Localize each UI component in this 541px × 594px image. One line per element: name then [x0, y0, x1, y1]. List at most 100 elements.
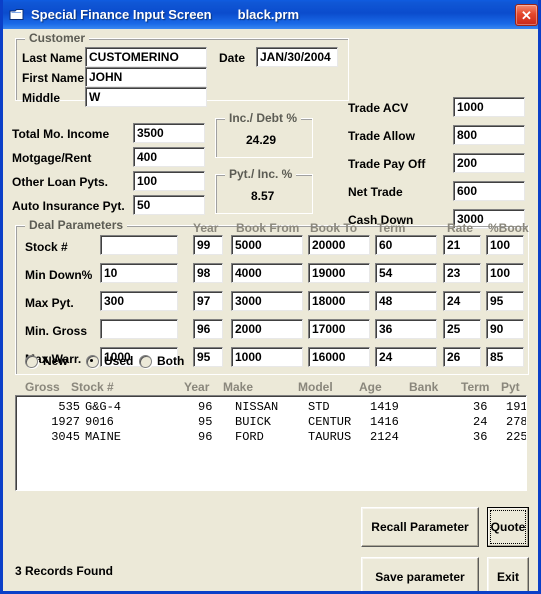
radio-dot-both — [139, 354, 152, 368]
matrix-year-3[interactable]: 96 — [193, 319, 223, 339]
cell-age: 2124 — [370, 430, 399, 444]
matrix-rate-4[interactable]: 26 — [443, 347, 481, 367]
trade-allow-input[interactable]: 800 — [453, 125, 525, 145]
close-icon: ✕ — [521, 7, 532, 23]
recall-parameter-button[interactable]: Recall Parameter — [361, 507, 479, 547]
cell-year: 96 — [198, 400, 213, 414]
condition-radio-both[interactable]: Both — [139, 354, 184, 368]
pyt-inc-value: 8.57 — [251, 189, 275, 203]
matrix-rate-0[interactable]: 21 — [443, 235, 481, 255]
matrix-book-from-1[interactable]: 4000 — [231, 263, 303, 283]
mortgage-rent-input[interactable]: 400 — [133, 147, 205, 167]
matrix-pct-book-3[interactable]: 90 — [486, 319, 524, 339]
close-button[interactable]: ✕ — [515, 4, 538, 26]
middle-name-input[interactable]: W — [85, 87, 207, 107]
radio-dot-new — [25, 354, 38, 368]
save-parameter-label: Save parameter — [375, 570, 465, 584]
matrix-header-term: Term — [377, 221, 406, 235]
condition-radio-used[interactable]: Used — [86, 354, 133, 368]
window-title: Special Finance Input Screen — [31, 7, 212, 22]
results-header-make: Make — [223, 380, 254, 394]
matrix-book-to-2[interactable]: 18000 — [308, 291, 370, 311]
matrix-term-4[interactable]: 24 — [375, 347, 437, 367]
matrix-year-2[interactable]: 97 — [193, 291, 223, 311]
matrix-term-2[interactable]: 48 — [375, 291, 437, 311]
first-name-input[interactable]: JOHN — [85, 67, 207, 87]
results-header-bank: Bank — [409, 380, 439, 394]
pyt-inc-caption: Pyt./ Inc. % — [225, 167, 297, 181]
matrix-header-book-from: Book From — [236, 221, 300, 235]
matrix-book-to-3[interactable]: 17000 — [308, 319, 370, 339]
date-input[interactable]: JAN/30/2004 — [256, 47, 338, 67]
cell-age: 1419 — [370, 400, 399, 414]
condition-radio-new[interactable]: New — [25, 354, 68, 368]
matrix-book-to-0[interactable]: 20000 — [308, 235, 370, 255]
matrix-book-to-1[interactable]: 19000 — [308, 263, 370, 283]
matrix-rate-3[interactable]: 25 — [443, 319, 481, 339]
matrix-rate-1[interactable]: 23 — [443, 263, 481, 283]
min-down-pct-input[interactable]: 10 — [100, 263, 178, 283]
matrix-header-book-to: Book To — [310, 221, 358, 235]
title-bar[interactable]: Special Finance Input Screen black.prm ✕ — [3, 0, 538, 29]
results-listbox[interactable]: 535 G&G-4 96 NISSAN STD 1419 36 191.02 1… — [15, 395, 527, 491]
cell-make: FORD — [235, 430, 264, 444]
cell-term: 36 — [473, 430, 488, 444]
matrix-header-pct-book: %Book — [488, 221, 529, 235]
net-trade-label: Net Trade — [348, 185, 403, 199]
auto-insurance-pyt-input[interactable]: 50 — [133, 195, 205, 215]
matrix-pct-book-2[interactable]: 95 — [486, 291, 524, 311]
cell-make: NISSAN — [235, 400, 279, 414]
results-header-gross: Gross — [25, 380, 60, 394]
last-name-label: Last Name — [22, 51, 83, 65]
exit-label: Exit — [496, 570, 519, 584]
condition-radio-used-label: Used — [104, 354, 134, 368]
matrix-pct-book-0[interactable]: 100 — [486, 235, 524, 255]
cell-stock: MAINE — [85, 430, 122, 444]
exit-button[interactable]: Exit — [487, 557, 529, 591]
matrix-pct-book-4[interactable]: 85 — [486, 347, 524, 367]
matrix-book-to-4[interactable]: 16000 — [308, 347, 370, 367]
total-monthly-income-input[interactable]: 3500 — [133, 123, 205, 143]
table-row[interactable]: 535 G&G-4 96 NISSAN STD 1419 36 191.02 — [16, 400, 526, 415]
radio-dot-used — [86, 354, 99, 368]
matrix-year-1[interactable]: 98 — [193, 263, 223, 283]
stock-number-input[interactable] — [100, 235, 178, 255]
matrix-book-from-0[interactable]: 5000 — [231, 235, 303, 255]
table-row[interactable]: 1927 9016 95 BUICK CENTUR 1416 24 278.80 — [16, 415, 526, 430]
matrix-pct-book-1[interactable]: 100 — [486, 263, 524, 283]
matrix-year-4[interactable]: 95 — [193, 347, 223, 367]
save-parameter-button[interactable]: Save parameter — [361, 557, 479, 591]
matrix-rate-2[interactable]: 24 — [443, 291, 481, 311]
net-trade-input[interactable]: 600 — [453, 181, 525, 201]
other-loan-pyts-input[interactable]: 100 — [133, 171, 205, 191]
table-row[interactable]: 3045 MAINE 96 FORD TAURUS 2124 36 225.88 — [16, 430, 526, 445]
cell-stock: G&G-4 — [85, 400, 122, 414]
matrix-book-from-2[interactable]: 3000 — [231, 291, 303, 311]
last-name-input[interactable]: CUSTOMERINO — [85, 47, 207, 67]
cell-gross: 1927 — [51, 415, 80, 429]
quote-button[interactable]: Quote — [487, 507, 529, 547]
matrix-year-0[interactable]: 99 — [193, 235, 223, 255]
matrix-book-from-3[interactable]: 2000 — [231, 319, 303, 339]
matrix-term-0[interactable]: 60 — [375, 235, 437, 255]
trade-acv-label: Trade ACV — [348, 101, 409, 115]
min-gross-input[interactable] — [100, 319, 178, 339]
max-pyt-input[interactable]: 300 — [100, 291, 178, 311]
cell-gross: 3045 — [51, 430, 80, 444]
total-monthly-income-label: Total Mo. Income — [12, 127, 110, 141]
middle-name-label: Middle — [22, 91, 60, 105]
cell-model: TAURUS — [308, 430, 352, 444]
trade-pay-off-input[interactable]: 200 — [453, 153, 525, 173]
other-loan-pyts-label: Other Loan Pyts. — [12, 175, 109, 189]
matrix-book-from-4[interactable]: 1000 — [231, 347, 303, 367]
results-header-stock: Stock # — [71, 380, 114, 394]
trade-acv-input[interactable]: 1000 — [453, 97, 525, 117]
results-header-pyt: Pyt — [501, 380, 520, 394]
matrix-term-1[interactable]: 54 — [375, 263, 437, 283]
matrix-term-3[interactable]: 36 — [375, 319, 437, 339]
matrix-header-year: Year — [193, 221, 219, 235]
customer-group-caption: Customer — [25, 31, 90, 45]
cell-model: CENTUR — [308, 415, 352, 429]
trade-allow-label: Trade Allow — [348, 129, 415, 143]
window-document-icon — [9, 8, 25, 22]
